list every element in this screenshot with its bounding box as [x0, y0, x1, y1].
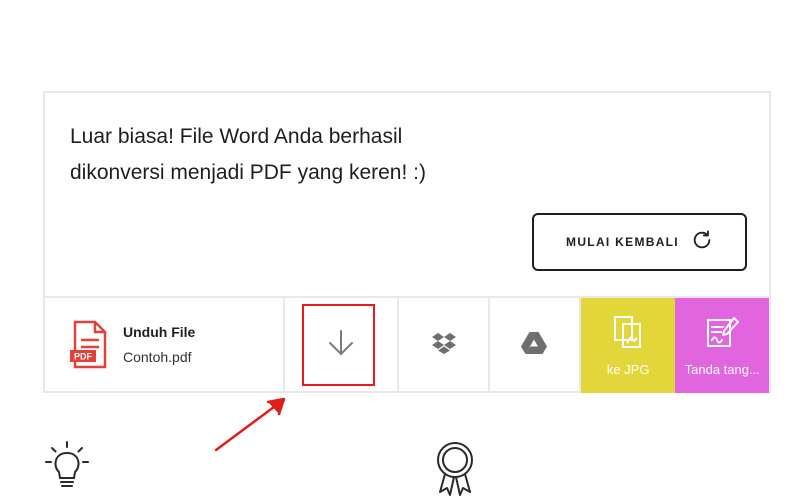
google-drive-icon: [521, 332, 548, 359]
dropbox-icon: [431, 332, 456, 359]
restart-button[interactable]: MULAI KEMBALI: [532, 213, 747, 271]
refresh-icon: [691, 229, 713, 256]
file-info: PDF Unduh File Contoh.pdf: [45, 298, 285, 393]
sign-label: Tanda tang...: [684, 361, 760, 377]
file-name: Contoh.pdf: [123, 349, 192, 365]
success-message-line1: Luar biasa! File Word Anda berhasil: [70, 125, 403, 148]
file-title: Unduh File: [123, 324, 196, 340]
sign-button[interactable]: Tanda tang...: [675, 298, 770, 393]
success-message-line2: dikonversi menjadi PDF yang keren! :): [70, 161, 426, 184]
success-message: Luar biasa! File Word Anda berhasil diko…: [70, 119, 490, 191]
dropbox-button[interactable]: [399, 298, 490, 393]
restart-button-label: MULAI KEMBALI: [566, 235, 679, 249]
pdf-badge-text: PDF: [74, 352, 93, 362]
jpg-convert-icon: [612, 315, 644, 354]
convert-to-jpg-label: ke JPG: [606, 361, 650, 377]
sign-icon: [705, 315, 740, 354]
pdf-file-icon: PDF: [69, 320, 109, 375]
lightbulb-icon: [44, 440, 90, 497]
conversion-result-card: Luar biasa! File Word Anda berhasil diko…: [43, 91, 771, 393]
download-highlight-box: [302, 304, 375, 386]
convert-to-jpg-button[interactable]: ke JPG: [580, 298, 676, 393]
google-drive-button[interactable]: [490, 298, 581, 393]
file-action-bar: PDF Unduh File Contoh.pdf ke JPG Tanda t…: [45, 296, 770, 393]
award-ribbon-icon: [432, 440, 478, 501]
annotation-arrow-icon: [210, 392, 290, 459]
